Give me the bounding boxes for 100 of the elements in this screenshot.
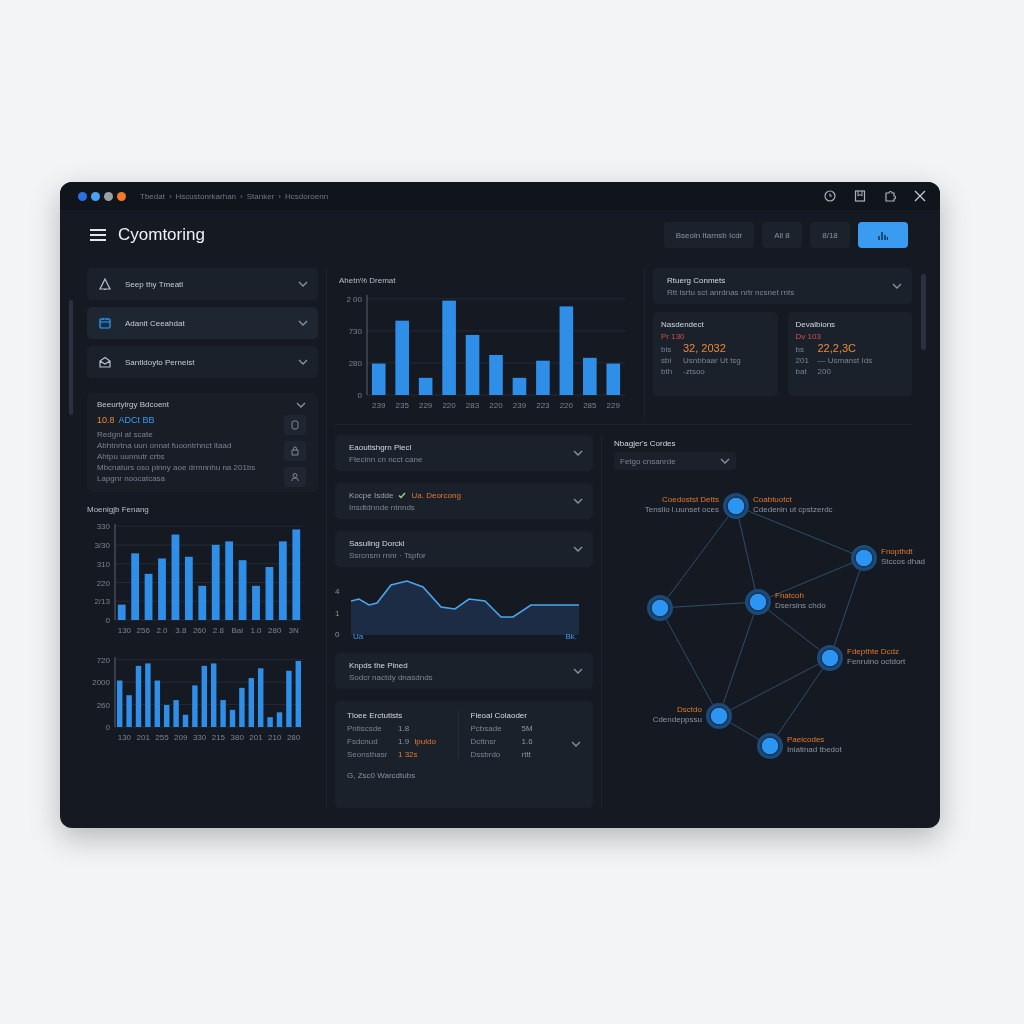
row-label: bat — [795, 367, 808, 376]
row-value: Usnbbaar Ut tsg — [683, 356, 741, 365]
accordion-panel[interactable]: Knpds the Pined Sodcr nactdy dnasdnds — [335, 653, 593, 689]
bar — [154, 680, 161, 727]
axis-label: 380 — [230, 733, 244, 742]
toolbar-button[interactable]: Bseoln Itarnsb Icdr — [664, 222, 754, 248]
toolbar-button[interactable]: All 8 — [762, 222, 802, 248]
menu-icon[interactable] — [90, 229, 106, 241]
axis-label: Ua — [353, 632, 364, 641]
network-node[interactable] — [706, 703, 732, 729]
row-label: Pntiscsde — [347, 724, 383, 733]
status-tag: Pr 130 — [661, 332, 770, 341]
breadcrumb-link[interactable]: Stanker — [246, 191, 275, 201]
breadcrumb-link[interactable]: Hscustonrkarhan — [175, 191, 237, 201]
panel-subtitle: Ftecinn cn ncct cane — [349, 454, 424, 464]
node-title: Fnatcoh — [775, 591, 805, 600]
axis-label: 2000 — [92, 678, 110, 688]
accordion-panel[interactable]: Sasuling Dorcki Ssrcnsrn rnnr · Tspfor — [335, 531, 593, 567]
axis-label: 220 — [442, 401, 456, 410]
detail-text: Lapgnr noocatcasa — [97, 473, 167, 484]
chevron-down-icon[interactable] — [720, 458, 730, 464]
chevron-down-icon[interactable] — [573, 450, 583, 456]
node-subtitle: Dsersins chdo — [775, 601, 826, 610]
chevron-down-icon[interactable] — [573, 498, 583, 504]
chevron-down-icon[interactable] — [296, 401, 306, 408]
column-title: Tloee Erctutists — [347, 711, 404, 720]
window-control[interactable] — [104, 191, 113, 201]
calendar-icon — [99, 317, 111, 329]
panel-title: Sasuling Dorcki — [349, 538, 406, 548]
network-node[interactable] — [647, 595, 673, 621]
axis-label: 201 — [136, 733, 150, 742]
axis-label: 2 00 — [346, 294, 362, 304]
detail-text: Ahtpu uunnutr crbs — [97, 451, 166, 462]
sidebar-item[interactable]: Seep thy Tmeatl — [87, 268, 318, 300]
axis-label: 330 — [96, 522, 110, 532]
axis-label: 229 — [418, 401, 433, 410]
bar — [267, 717, 273, 727]
axis-label: 285 — [583, 401, 597, 410]
icon-button[interactable] — [284, 467, 306, 487]
network-node[interactable] — [817, 645, 843, 671]
accordion-panel[interactable]: Eaoutishgrn Piecl Ftecinn cn ncct cane — [335, 435, 593, 471]
bar — [295, 660, 302, 727]
detail-text: Redgnl at scate — [97, 429, 154, 440]
detail-text: Mbcnaturs oso pinny aoe drmnnhu na 201bs — [97, 462, 257, 473]
sidebar-item[interactable]: Santldoyto Perneist — [87, 346, 318, 378]
network-node[interactable] — [851, 545, 877, 571]
axis-label: 0 — [105, 616, 110, 625]
row-label: Dssbrdo — [470, 750, 502, 759]
bookmark-icon[interactable] — [854, 190, 866, 202]
icon-button[interactable] — [284, 441, 306, 461]
close-icon[interactable] — [914, 190, 926, 202]
axis-label: 310 — [96, 559, 110, 569]
chart-button[interactable] — [858, 222, 908, 248]
axis-label: 2/13 — [94, 597, 110, 607]
chevron-down-icon[interactable] — [298, 281, 308, 287]
icon-button[interactable] — [284, 415, 306, 435]
accordion-panel[interactable]: Kocpe Isdde Ua. Deorcong Insdtdnnde ntnnds — [335, 483, 593, 519]
panel-subtitle: Rtt tsrtu sct anrdnas nrtr ncsnet rnts — [667, 287, 796, 297]
axis-label: 730 — [348, 326, 362, 336]
row-label: sbi — [661, 356, 673, 365]
clock-icon[interactable] — [824, 190, 836, 202]
breadcrumb-link[interactable]: Hcsdoroenn — [285, 191, 329, 201]
chevron-down-icon[interactable] — [571, 741, 581, 747]
sidebar-item[interactable]: Adanit Ceeahdat — [87, 307, 318, 339]
row-value: 1.9 — [398, 737, 410, 746]
chevron-down-icon[interactable] — [573, 546, 583, 552]
network-node[interactable] — [723, 493, 749, 519]
scrollbar[interactable] — [921, 274, 926, 350]
chevron-down-icon[interactable] — [573, 668, 583, 674]
network-node[interactable] — [745, 589, 771, 615]
chevron-down-icon[interactable] — [298, 359, 308, 365]
row-label: bth — [661, 367, 674, 376]
axis-label: 2.8 — [212, 626, 224, 635]
chevron-down-icon[interactable] — [892, 283, 902, 289]
window-control[interactable] — [91, 191, 100, 201]
axis-label: 280 — [268, 626, 282, 635]
panel-title: Knpds the Pined — [349, 660, 409, 670]
filter-dropdown[interactable]: Fetgo cnsanrde — [614, 452, 736, 470]
bar — [201, 665, 208, 727]
status-tag: Dv 103 — [795, 332, 904, 341]
chevron-down-icon[interactable] — [298, 320, 308, 326]
axis-label: 260 — [96, 700, 110, 710]
breadcrumb-link[interactable]: Tbedat — [140, 191, 165, 201]
window-control[interactable] — [117, 191, 126, 201]
user-icon — [290, 472, 300, 482]
alerts-panel[interactable]: Rtuerg Conmets Rtt tsrtu sct anrdnas nrtr ncsnet rnts — [653, 268, 912, 304]
axis-label: Bk. — [565, 632, 577, 641]
bar — [512, 377, 527, 395]
puzzle-icon[interactable] — [884, 190, 896, 202]
metric-value: 22,2,3C — [817, 342, 857, 354]
window-control[interactable] — [78, 191, 87, 201]
axis-label: 220 — [489, 401, 503, 410]
axis-label: 210 — [268, 733, 282, 742]
row-value: -ztsoo — [683, 367, 705, 376]
card-title: Devalbions — [795, 320, 837, 329]
bar — [192, 685, 198, 727]
toolbar-button[interactable]: 8/18 — [810, 222, 850, 248]
network-node[interactable] — [757, 733, 783, 759]
axis-label: 229 — [606, 401, 620, 410]
panel-subtitle: Insdtdnnde ntnnds — [349, 502, 416, 512]
